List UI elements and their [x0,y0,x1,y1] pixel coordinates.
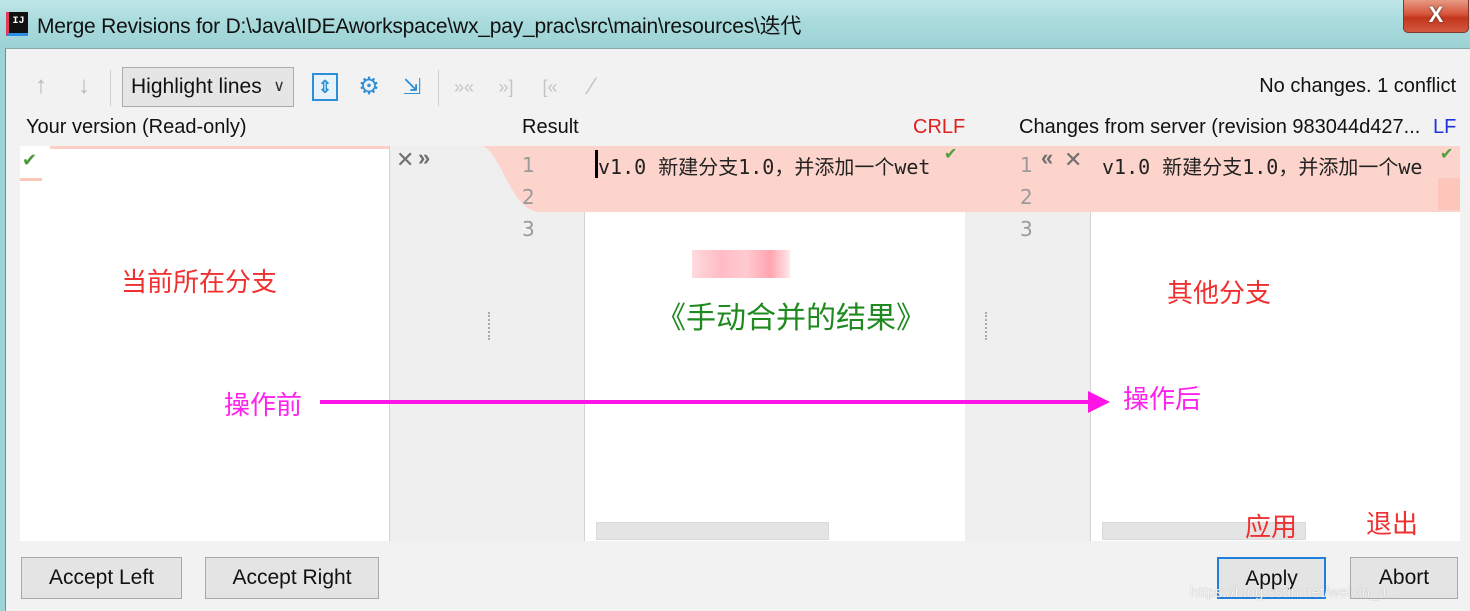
toolbar-separator [438,70,439,106]
apply-right-changes-icon[interactable]: [« [536,73,564,101]
annotation-arrow-head [1088,391,1110,413]
previous-difference-icon[interactable]: ↑ [27,72,55,100]
result-line-number: 1 [522,153,535,177]
close-button[interactable]: X [1403,0,1469,33]
highlight-mode-select[interactable]: Highlight lines ∨ [122,67,294,107]
result-line-number: 2 [522,185,535,209]
right-line-number: 1 [1020,153,1033,177]
annotation-before-operation: 操作前 [224,391,303,421]
result-code-line[interactable]: v1.0 新建分支1.0，并添加一个wet [598,151,966,180]
sync-scroll-icon[interactable]: ⇕ [312,73,338,101]
splitter-handle[interactable] [488,312,492,340]
reject-left-icon[interactable]: ✕ [396,147,414,173]
checkmark-icon: ✔ [22,150,38,170]
conflict-marker [20,178,42,181]
scrollbar-marker [1438,178,1460,210]
highlight-mode-value: Highlight lines [131,75,262,98]
right-pane-title: Changes from server (revision 983044d427… [1019,116,1421,138]
title-bar: IJ Merge Revisions for D:\Java\IDEAworks… [0,0,1470,48]
annotation-current-branch: 当前所在分支 [121,268,278,298]
apply-left-changes-icon[interactable]: »] [492,73,520,101]
merge-status-text: No changes. 1 conflict [1259,75,1456,97]
settings-gear-icon[interactable]: ⚙ [355,73,383,101]
magic-resolve-icon[interactable]: ⁄ [578,73,606,101]
apply-non-conflicting-icon[interactable]: »« [450,73,478,101]
watermark: https://blog.csdn.net/weixin_4... [1190,584,1400,601]
left-editor-pane[interactable]: ✔ [20,146,389,541]
accept-left-button[interactable]: Accept Left [21,557,182,599]
annotation-other-branch: 其他分支 [1167,279,1272,309]
result-horizontal-scrollbar[interactable] [596,522,829,540]
chevron-down-icon: ∨ [273,78,285,95]
annotation-after-operation: 操作后 [1123,385,1202,415]
accept-left-icon[interactable]: » [418,145,430,171]
accept-right-icon[interactable]: « [1041,145,1053,171]
right-code-line: v1.0 新建分支1.0，并添加一个we [1102,155,1423,179]
toolbar-separator [110,70,111,106]
checkmark-icon: ✔ [944,146,958,163]
splitter-handle[interactable] [985,312,989,340]
next-difference-icon[interactable]: ↓ [70,72,98,100]
accept-right-button[interactable]: Accept Right [205,557,379,599]
annotation-exit: 退出 [1366,510,1419,540]
right-line-number: 2 [1020,185,1033,209]
window-title: Merge Revisions for D:\Java\IDEAworkspac… [37,15,802,38]
intellij-icon: IJ [6,12,28,36]
right-line-ending[interactable]: LF [1433,116,1456,139]
result-line-ending[interactable]: CRLF [913,116,965,139]
result-line-number: 3 [522,217,535,241]
annotation-arrow-line [320,400,1090,404]
annotation-apply: 应用 [1245,513,1298,543]
annotation-manual-merge-result: 《手动合并的结果》 [656,301,926,336]
checkmark-icon: ✔ [1440,146,1454,163]
conflict-marker-line [50,146,389,149]
right-line-number: 3 [1020,217,1033,241]
result-pane-title: Result [522,116,579,138]
blurred-text [692,250,790,278]
collapse-unchanged-icon[interactable]: ⇲ [398,73,426,101]
left-pane-title: Your version (Read-only) [26,116,247,138]
reject-right-icon[interactable]: ✕ [1064,147,1082,173]
